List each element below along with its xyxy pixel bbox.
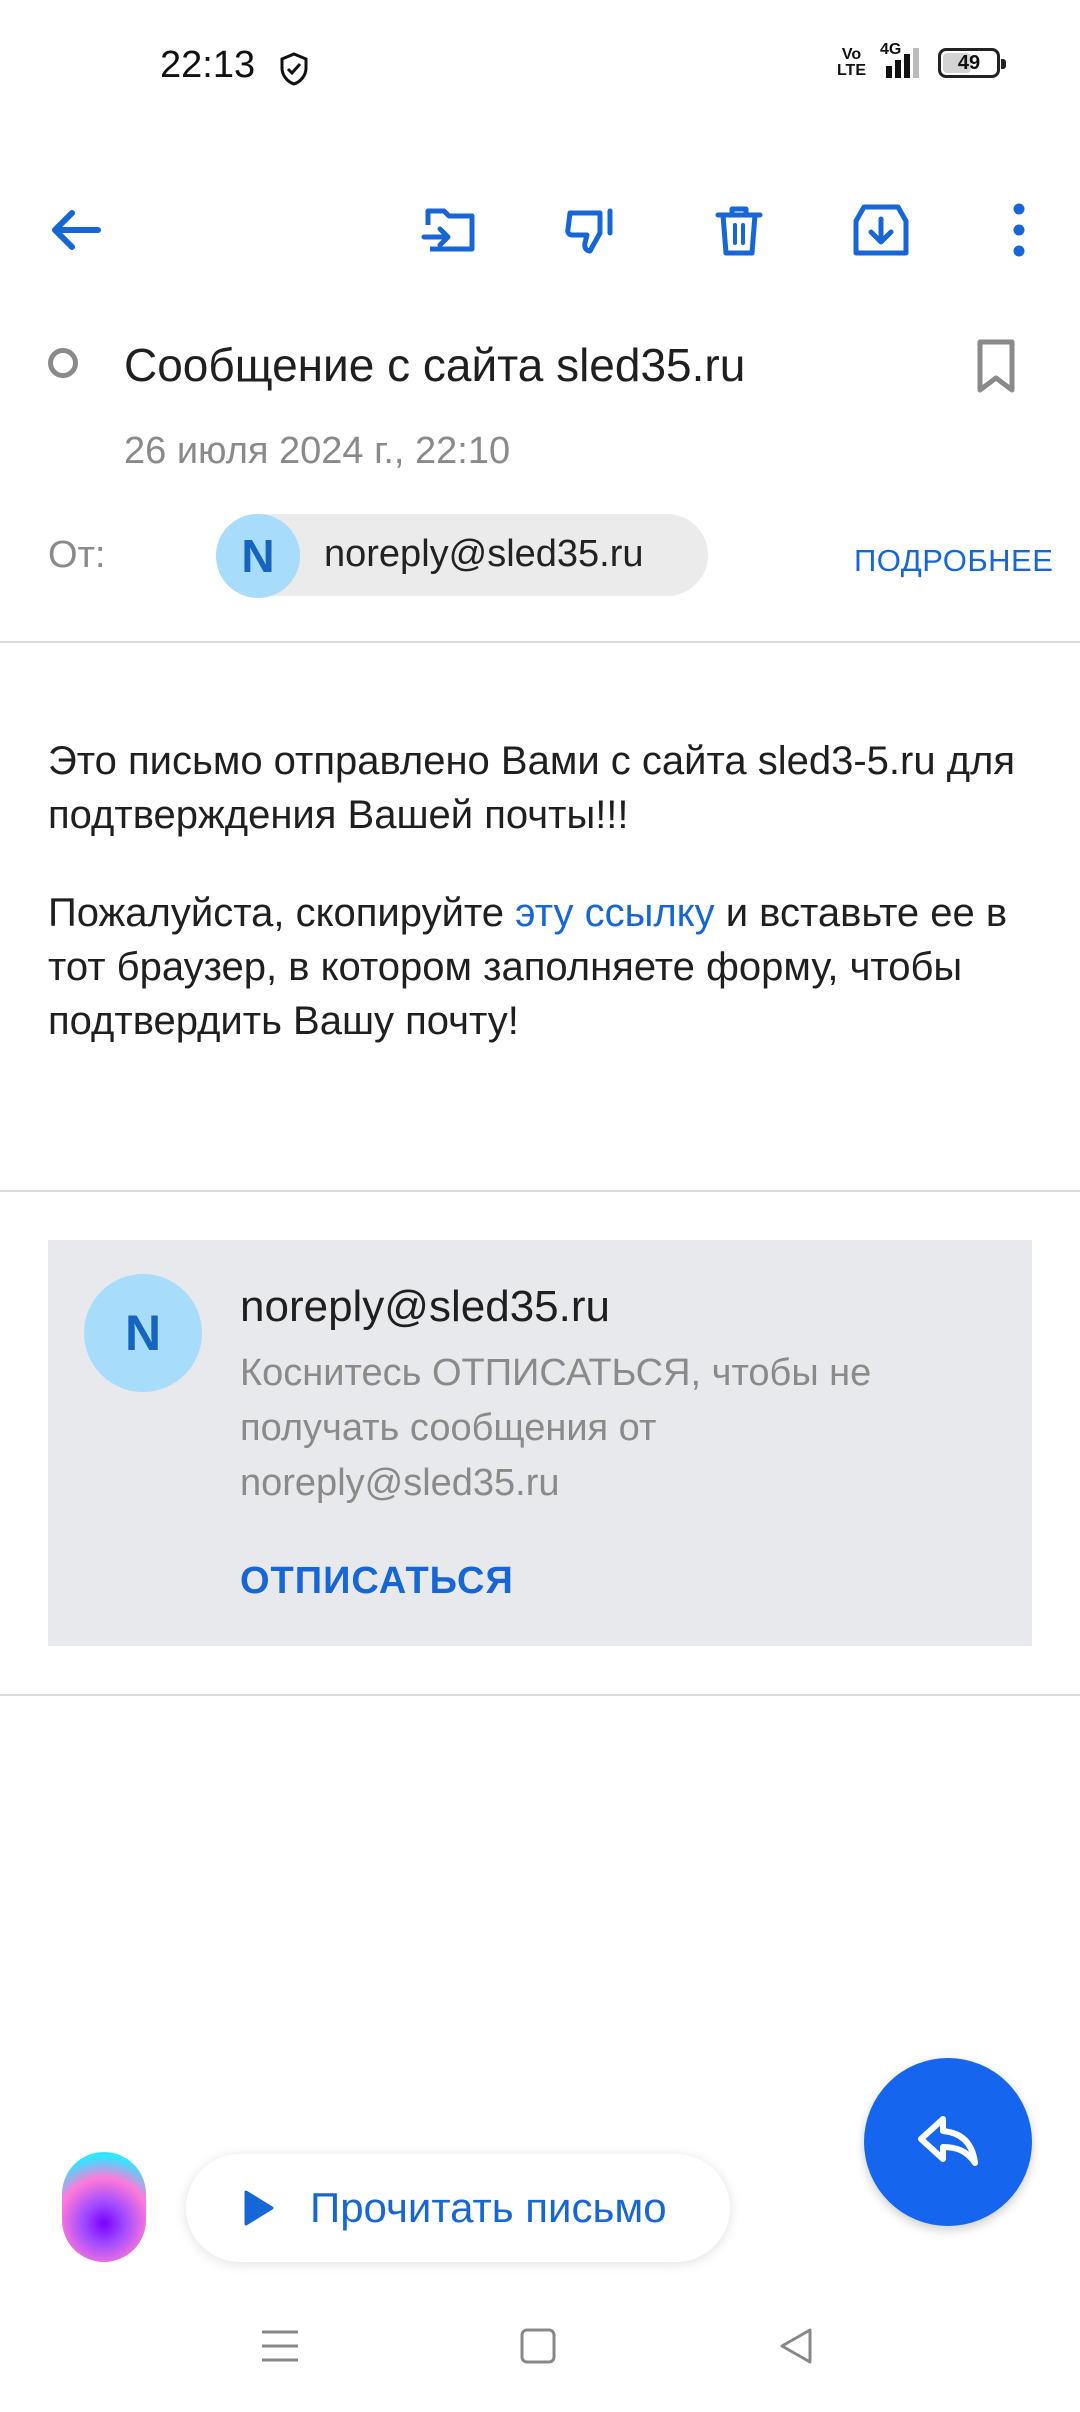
archive-icon[interactable] [846, 195, 916, 265]
unread-status-icon[interactable] [48, 348, 78, 378]
message-body-paragraph: Это письмо отправлено Вами с сайта sled3… [48, 739, 1016, 837]
from-label: От: [48, 534, 106, 576]
home-icon[interactable] [508, 2316, 568, 2376]
volte-indicator: Vo LTE [836, 46, 866, 79]
assistant-icon[interactable] [62, 2152, 146, 2262]
divider [0, 1190, 1080, 1192]
reply-icon [918, 2116, 978, 2166]
reply-button[interactable] [864, 2058, 1032, 2226]
unsubscribe-sender-email: noreply@sled35.ru [240, 1282, 610, 1331]
sender-avatar: N [84, 1274, 202, 1392]
message-subject: Сообщение с сайта sled35.ru [124, 339, 746, 391]
message-date: 26 июля 2024 г., 22:10 [124, 430, 511, 472]
shield-check-icon [280, 52, 308, 86]
confirmation-link[interactable]: эту ссылку [515, 891, 714, 935]
battery-icon: 49 [938, 48, 1006, 78]
more-options-icon[interactable] [984, 195, 1054, 265]
divider [0, 1694, 1080, 1696]
sender-email: noreply@sled35.ru [324, 533, 644, 575]
back-icon[interactable] [766, 2316, 826, 2376]
read-aloud-label: Прочитать письмо [310, 2184, 667, 2231]
sender-avatar: N [216, 514, 300, 598]
divider [0, 641, 1080, 643]
menu-icon[interactable] [250, 2316, 310, 2376]
delete-icon[interactable] [704, 195, 774, 265]
back-arrow-icon[interactable] [40, 195, 110, 265]
message-body-paragraph: Пожалуйста, скопируйте эту ссылку и вста… [48, 891, 1008, 1043]
status-indicators: Vo LTE 4G 49 [836, 42, 1006, 80]
details-link[interactable]: ПОДРОБНЕЕ [854, 543, 1053, 579]
play-icon [244, 2190, 274, 2226]
move-to-folder-icon[interactable] [416, 195, 486, 265]
unsubscribe-button[interactable]: ОТПИСАТЬСЯ [240, 1560, 514, 1603]
bookmark-icon[interactable] [975, 338, 1017, 394]
status-time: 22:13 [160, 44, 256, 86]
signal-icon: 4G [880, 42, 924, 80]
spam-icon[interactable] [558, 195, 628, 265]
unsubscribe-description: Коснитесь ОТПИСАТЬСЯ, чтобы не получать … [240, 1352, 872, 1504]
